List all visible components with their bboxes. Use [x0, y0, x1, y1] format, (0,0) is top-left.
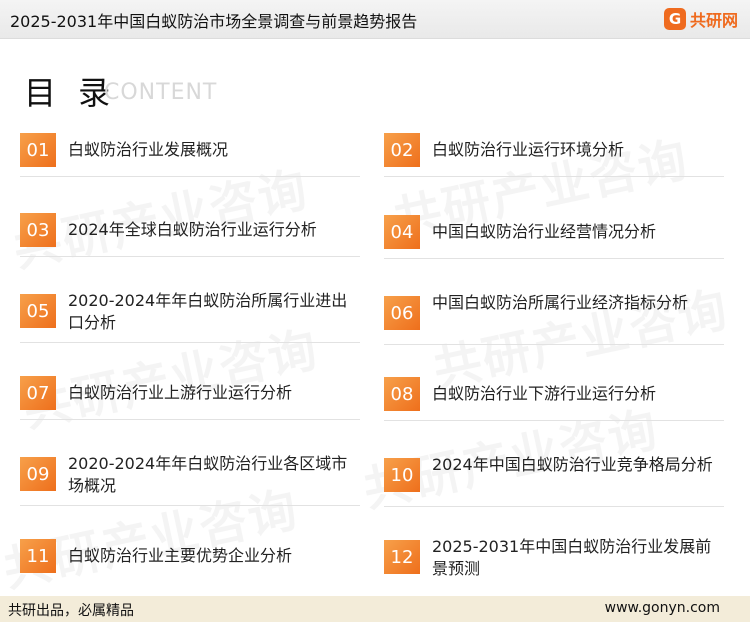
toc-item[interactable]: 12 2025-2031年中国白蚁防治行业发展前景预测	[384, 537, 724, 602]
toc-item[interactable]: 08 白蚁防治行业下游行业运行分析	[384, 377, 724, 439]
item-number: 09	[20, 457, 56, 491]
toc-item[interactable]: 06 中国白蚁防治所属行业经济指标分析	[384, 293, 724, 358]
item-number: 03	[20, 213, 56, 247]
divider	[20, 176, 360, 177]
item-number: 04	[384, 215, 420, 249]
item-label: 2024年中国白蚁防治行业竞争格局分析	[432, 455, 713, 474]
divider	[384, 176, 724, 177]
toc-item[interactable]: 10 2024年中国白蚁防治行业竞争格局分析	[384, 455, 724, 520]
footer-bar: 共研出品，必属精品 www.gonyn.com	[0, 596, 750, 622]
item-label: 2020-2024年年白蚁防治行业各区域市场概况	[68, 454, 348, 495]
brand-name: 共研网	[689, 11, 738, 30]
item-label: 白蚁防治行业主要优势企业分析	[68, 546, 293, 565]
item-label: 白蚁防治行业上游行业运行分析	[68, 383, 293, 402]
item-label: 中国白蚁防治行业经营情况分析	[432, 222, 657, 241]
item-number: 05	[20, 294, 56, 328]
item-label: 白蚁防治行业运行环境分析	[432, 140, 625, 159]
toc-item[interactable]: 11 白蚁防治行业主要优势企业分析	[20, 539, 360, 601]
item-label: 白蚁防治行业下游行业运行分析	[432, 384, 657, 403]
toc-item[interactable]: 01 白蚁防治行业发展概况	[20, 133, 360, 195]
brand-logo: G 共研网	[663, 6, 738, 32]
item-number: 06	[384, 296, 420, 330]
divider	[384, 420, 724, 421]
divider	[20, 419, 360, 420]
item-number: 02	[384, 133, 420, 167]
item-label: 2024年全球白蚁防治行业运行分析	[68, 220, 317, 239]
item-label: 白蚁防治行业发展概况	[68, 140, 229, 159]
toc-title: 目 录	[24, 74, 117, 112]
report-title: 2025-2031年中国白蚁防治市场全景调查与前景趋势报告	[10, 12, 418, 31]
divider	[384, 506, 724, 507]
brand-logo-icon: G	[663, 8, 686, 30]
toc-item[interactable]: 03 2024年全球白蚁防治行业运行分析	[20, 213, 360, 275]
divider	[20, 342, 360, 343]
item-label: 2020-2024年年白蚁防治所属行业进出口分析	[68, 291, 348, 332]
toc-subtitle: CONTENT	[104, 80, 218, 105]
item-label: 2025-2031年中国白蚁防治行业发展前景预测	[432, 537, 712, 578]
footer-url[interactable]: www.gonyn.com	[605, 600, 720, 616]
divider	[384, 258, 724, 259]
item-number: 12	[384, 540, 420, 574]
toc-item[interactable]: 05 2020-2024年年白蚁防治所属行业进出口分析	[20, 291, 360, 356]
item-number: 10	[384, 458, 420, 492]
toc-item[interactable]: 09 2020-2024年年白蚁防治行业各区域市场概况	[20, 454, 360, 519]
header-bar: 2025-2031年中国白蚁防治市场全景调查与前景趋势报告 G 共研网	[0, 0, 750, 39]
item-label: 中国白蚁防治所属行业经济指标分析	[432, 293, 689, 312]
divider	[20, 256, 360, 257]
divider	[20, 505, 360, 506]
footer-slogan: 共研出品，必属精品	[8, 603, 134, 619]
item-number: 01	[20, 133, 56, 167]
toc-item[interactable]: 02 白蚁防治行业运行环境分析	[384, 133, 724, 195]
toc-header: 目 录 CONTENT	[24, 68, 216, 114]
toc-item[interactable]: 07 白蚁防治行业上游行业运行分析	[20, 376, 360, 438]
item-number: 08	[384, 377, 420, 411]
divider	[384, 344, 724, 345]
toc-item[interactable]: 04 中国白蚁防治行业经营情况分析	[384, 215, 724, 277]
item-number: 07	[20, 376, 56, 410]
item-number: 11	[20, 539, 56, 573]
